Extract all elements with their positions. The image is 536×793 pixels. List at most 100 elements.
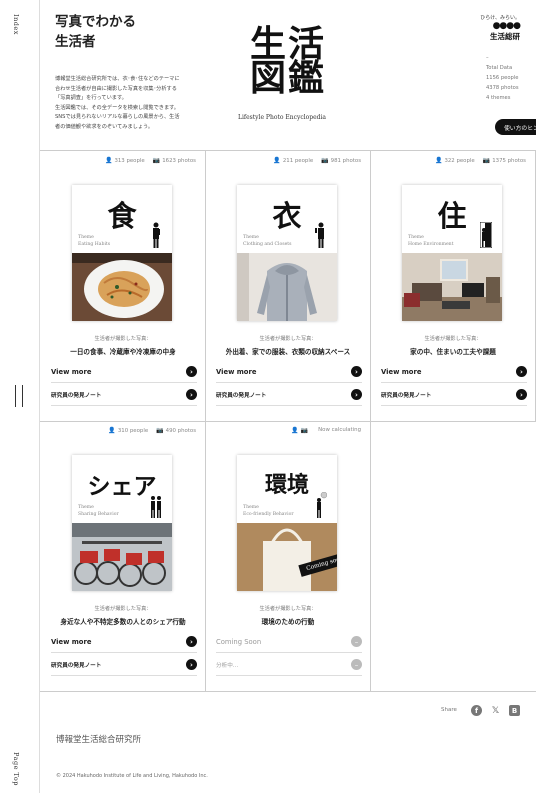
theme-label-title: Theme xyxy=(408,235,424,240)
camera-icon: 📷 xyxy=(152,157,161,164)
minus-icon: – xyxy=(351,636,362,647)
notes-label: 研究員の発見ノート xyxy=(51,392,102,399)
view-more-label: View more xyxy=(51,367,92,376)
view-more-link[interactable]: View more › xyxy=(51,361,197,383)
view-more-label: View more xyxy=(216,367,257,376)
photo-caption: 生活者が撮影した写真： xyxy=(259,606,317,612)
theme-label-title: Theme xyxy=(243,235,259,240)
brand-logo[interactable]: ひらけ、みらい。 ●●●● 生活総研 xyxy=(470,14,521,42)
theme-card-food[interactable]: 👤 313 people 📷 1623 photos 食 Theme Eating H… xyxy=(40,151,206,422)
menu-icon[interactable] xyxy=(15,385,23,407)
facebook-icon[interactable]: f xyxy=(471,705,482,716)
arrow-right-icon: › xyxy=(351,389,362,400)
view-more-label: View more xyxy=(51,637,92,646)
view-more-label: View more xyxy=(381,367,422,376)
photo-caption: 生活者が撮影した写真： xyxy=(94,336,152,342)
research-notes-link[interactable]: 研究員の発見ノート › xyxy=(381,384,527,406)
arrow-right-icon: › xyxy=(351,366,362,377)
site-logo[interactable]: 生活 図鑑 xyxy=(248,24,328,99)
arrow-right-icon: › xyxy=(516,366,527,377)
copyright: © 2024 Hakuhodo Institute of Life and Li… xyxy=(56,773,208,779)
theme-meta: 👤 310 people 📷 490 photos xyxy=(108,427,196,434)
theme-cover-card[interactable]: 食 Theme Eating Habits xyxy=(72,185,172,321)
hint-label: 使い方のヒント xyxy=(504,125,536,132)
tote-bag-photo xyxy=(237,523,337,591)
intro-description: 博報堂生活総合研究所では、衣･食･住などのテーマに 合わせ生活者が自由に撮影した… xyxy=(55,75,205,133)
total-data-stats: – Total Data 1156 people 4378 photos 4 t… xyxy=(486,53,519,103)
theme-label: Theme Clothing and Closets xyxy=(243,234,292,248)
view-more-link[interactable]: View more › xyxy=(216,361,362,383)
theme-card-environment[interactable]: 👤 📷 Now calculating 環境 Theme Eco-friendly … xyxy=(205,421,371,692)
photo-caption: 生活者が撮影した写真： xyxy=(94,606,152,612)
hoodie-photo xyxy=(237,253,337,321)
theme-label-title: Theme xyxy=(78,505,94,510)
theme-card-clothing[interactable]: 👤 211 people 📷 981 photos 衣 Theme Clothing … xyxy=(205,151,371,422)
people-count: 313 people xyxy=(114,158,145,164)
index-link[interactable]: Index xyxy=(12,14,20,35)
stats-themes: 4 themes xyxy=(486,95,511,101)
page-top-link[interactable]: Page Top xyxy=(12,752,20,786)
theme-description: 一日の食事、冷蔵庫や冷凍庫の中身 xyxy=(70,348,176,356)
camera-icon: 📷 xyxy=(482,157,491,164)
theme-card-sharing[interactable]: 👤 310 people 📷 490 photos シェア Theme Sharing… xyxy=(40,421,206,692)
header: 写真でわかる 生活者 博報堂生活総合研究所では、衣･食･住などのテーマに 合わせ… xyxy=(40,0,536,150)
logo-line-1: 生活 xyxy=(249,24,326,65)
people-count: 310 people xyxy=(117,428,149,434)
hatena-bookmark-icon[interactable]: B xyxy=(509,705,520,716)
theme-cover-card[interactable]: シェア Theme Sharing Behavior xyxy=(72,455,172,591)
camera-icon: 📷 xyxy=(300,427,309,434)
footer-divider xyxy=(45,691,536,692)
photo-count: 1375 photos xyxy=(492,158,526,164)
view-more-link[interactable]: View more › xyxy=(51,631,197,653)
theme-label: Theme Eating Habits xyxy=(78,234,110,248)
brand-name: 生活総研 xyxy=(490,32,520,41)
theme-card-home[interactable]: 👤 322 people 📷 1375 photos 住 Theme Home Env… xyxy=(370,151,536,422)
stats-people: 1156 people xyxy=(486,75,519,81)
theme-label-en: Clothing and Closets xyxy=(243,242,292,247)
arrow-right-icon: › xyxy=(186,389,197,400)
theme-label-en: Home Environment xyxy=(408,242,454,247)
research-notes-link[interactable]: 研究員の発見ノート › xyxy=(51,384,197,406)
theme-label-en: Eating Habits xyxy=(78,242,111,247)
org-logo[interactable]: 博報堂生活総合研究所 xyxy=(56,733,141,745)
notes-label: 研究員の発見ノート xyxy=(216,392,267,399)
view-more-link[interactable]: View more › xyxy=(381,361,527,383)
theme-label-title: Theme xyxy=(78,235,94,240)
theme-cover-card[interactable]: 環境 Theme Eco-friendly Behavior Coming soo… xyxy=(237,455,337,591)
logo-subtitle: Lifestyle Photo Encyclopedia xyxy=(238,114,326,121)
theme-cover-card[interactable]: 衣 Theme Clothing and Closets xyxy=(237,185,337,321)
tagline-line-1: 写真でわかる xyxy=(55,14,136,30)
research-notes-link[interactable]: 研究員の発見ノート › xyxy=(216,384,362,406)
logo-line-2: 図鑑 xyxy=(249,58,326,99)
person-icon: 👤 xyxy=(434,157,443,164)
coming-soon-link: Coming Soon – xyxy=(216,631,362,653)
usage-hint-button[interactable]: 使い方のヒント ? xyxy=(495,119,536,135)
stats-title: Total Data xyxy=(486,65,513,71)
description-line: 博報堂生活総合研究所では、衣･食･住などのテーマに xyxy=(55,76,180,82)
brand-dots-icon: ●●●● xyxy=(492,21,521,31)
brand-tagline: ひらけ、みらい。 xyxy=(480,15,520,21)
theme-label: Theme Home Environment xyxy=(408,234,453,248)
person-dressing-icon xyxy=(315,222,324,248)
theme-description: 環境のための行動 xyxy=(261,618,315,626)
research-notes-link[interactable]: 研究員の発見ノート › xyxy=(51,654,197,676)
theme-grid: 👤 313 people 📷 1623 photos 食 Theme Eating H… xyxy=(40,150,536,692)
person-icon: 👤 xyxy=(104,157,113,164)
description-line: 者の価値観や欲求をのぞいてみましょう。 xyxy=(55,123,154,130)
stats-photos: 4378 photos xyxy=(486,85,519,91)
camera-icon: 📷 xyxy=(321,157,329,164)
person-icon: 👤 xyxy=(108,427,116,434)
theme-description: 身近な人や不特定多数の人とのシェア行動 xyxy=(60,618,186,626)
theme-meta: 👤 211 people 📷 981 photos xyxy=(273,157,361,164)
share-buttons: f 𝕏 B xyxy=(471,705,520,716)
tagline-line-2: 生活者 xyxy=(55,34,96,50)
x-icon[interactable]: 𝕏 xyxy=(490,705,501,716)
theme-description: 外出着、家での服装、衣類の収納スペース xyxy=(225,348,351,356)
description-line: 生活図鑑では、その全データを検索し閲覧できます。 xyxy=(55,104,179,111)
shared-bikes-photo xyxy=(72,523,172,591)
person-door-icon xyxy=(480,222,492,248)
photo-caption: 生活者が撮影した写真： xyxy=(259,336,317,342)
theme-cover-card[interactable]: 住 Theme Home Environment xyxy=(402,185,502,321)
tagline: 写真でわかる 生活者 xyxy=(55,12,136,52)
two-people-icon xyxy=(151,496,161,518)
